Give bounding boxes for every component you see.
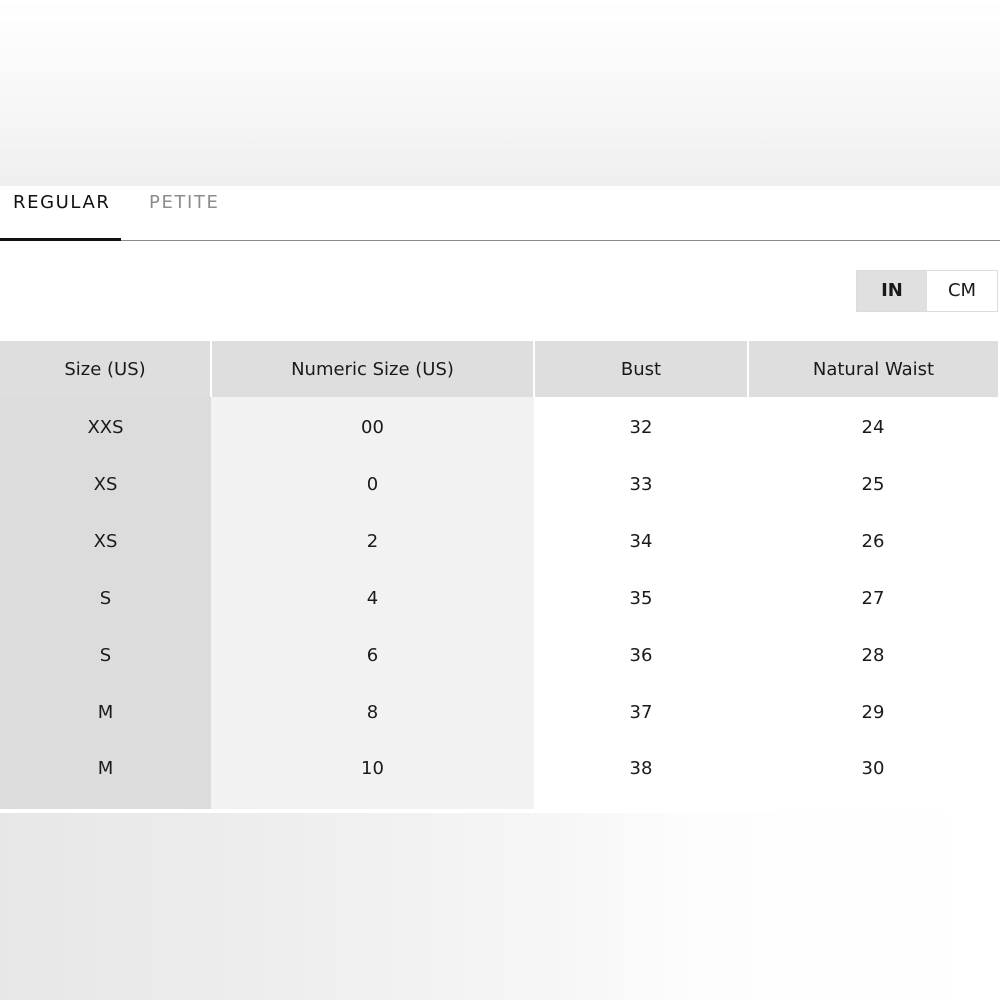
cell-waist: 24 xyxy=(748,397,998,456)
cell-waist: 30 xyxy=(748,741,998,809)
header-natural-waist: Natural Waist xyxy=(747,341,998,397)
bottom-background xyxy=(0,813,1000,1000)
cell-waist: 28 xyxy=(748,627,998,684)
size-tabs: REGULAR PETITE xyxy=(0,186,1000,241)
cell-size: S xyxy=(0,627,211,684)
top-background xyxy=(0,0,1000,186)
cell-bust: 35 xyxy=(534,570,748,627)
cell-size: XXS xyxy=(0,397,211,456)
table-row: M 8 37 29 xyxy=(0,684,998,741)
cell-bust: 38 xyxy=(534,741,748,809)
table-row: S 6 36 28 xyxy=(0,627,998,684)
cell-numeric-size: 4 xyxy=(211,570,534,627)
cell-numeric-size: 10 xyxy=(211,741,534,809)
table-row: S 4 35 27 xyxy=(0,570,998,627)
header-numeric-size-us: Numeric Size (US) xyxy=(210,341,534,397)
cell-bust: 32 xyxy=(534,397,748,456)
cell-numeric-size: 6 xyxy=(211,627,534,684)
tab-regular[interactable]: REGULAR xyxy=(0,186,121,241)
table-row: XS 0 33 25 xyxy=(0,456,998,513)
cell-size: S xyxy=(0,570,211,627)
active-tab-indicator xyxy=(0,238,121,241)
cell-bust: 33 xyxy=(534,456,748,513)
cell-numeric-size: 8 xyxy=(211,684,534,741)
tab-regular-label: REGULAR xyxy=(13,192,111,213)
cell-size: XS xyxy=(0,456,211,513)
cell-bust: 36 xyxy=(534,627,748,684)
table-row: XS 2 34 26 xyxy=(0,513,998,570)
size-chart-table: Size (US) Numeric Size (US) Bust Natural… xyxy=(0,341,998,809)
unit-in-button[interactable]: IN xyxy=(857,271,927,311)
table-row: M 10 38 30 xyxy=(0,741,998,809)
cell-size: M xyxy=(0,684,211,741)
header-bust: Bust xyxy=(533,341,748,397)
table-row: XXS 00 32 24 xyxy=(0,397,998,456)
table-header-row: Size (US) Numeric Size (US) Bust Natural… xyxy=(0,341,998,397)
cell-waist: 27 xyxy=(748,570,998,627)
header-size-us: Size (US) xyxy=(0,341,211,397)
unit-toggle: IN CM xyxy=(856,270,998,312)
cell-waist: 26 xyxy=(748,513,998,570)
tab-petite-label: PETITE xyxy=(149,192,220,213)
cell-waist: 25 xyxy=(748,456,998,513)
cell-size: XS xyxy=(0,513,211,570)
tab-petite[interactable]: PETITE xyxy=(149,186,220,240)
cell-waist: 29 xyxy=(748,684,998,741)
cell-bust: 34 xyxy=(534,513,748,570)
cell-numeric-size: 2 xyxy=(211,513,534,570)
cell-bust: 37 xyxy=(534,684,748,741)
cell-size: M xyxy=(0,741,211,809)
unit-cm-button[interactable]: CM xyxy=(927,271,997,311)
cell-numeric-size: 00 xyxy=(211,397,534,456)
cell-numeric-size: 0 xyxy=(211,456,534,513)
